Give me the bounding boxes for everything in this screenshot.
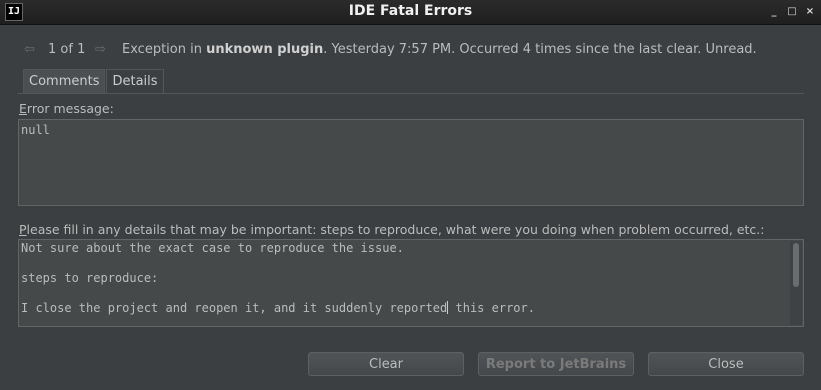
window-title: IDE Fatal Errors <box>348 3 473 19</box>
close-window-icon[interactable]: × <box>804 6 816 18</box>
details-scrollbar[interactable] <box>790 241 802 325</box>
error-message-label-mnemonic: E <box>19 101 27 116</box>
details-line-with-cursor: I close the project and reopen it, and i… <box>21 301 801 316</box>
scrollbar-thumb[interactable] <box>793 243 799 287</box>
exception-prefix: Exception in <box>122 42 207 57</box>
tab-details[interactable]: Details <box>106 69 164 94</box>
tab-comments[interactable]: Comments <box>23 69 106 94</box>
details-line: steps to reproduce: <box>21 271 159 285</box>
title-bar: IJ IDE Fatal Errors _ □ × <box>0 0 821 25</box>
details-line: I close the project and reopen it, and i… <box>21 301 448 315</box>
details-line <box>21 256 801 271</box>
exception-details: . Yesterday 7:57 PM. Occurred 4 times si… <box>323 42 757 57</box>
plugin-name: unknown plugin <box>206 42 324 57</box>
exception-summary: Exception in unknown plugin. Yesterday 7… <box>122 42 757 57</box>
error-message-label-text: rror message: <box>26 101 114 116</box>
error-message-field[interactable]: null <box>18 119 804 206</box>
dialog-body: ⇦ 1 of 1 ⇨ Exception in unknown plugin. … <box>0 25 821 390</box>
next-arrow-icon[interactable]: ⇨ <box>95 42 106 57</box>
tab-bar: Comments Details <box>23 69 165 94</box>
details-line: Not sure about the exact case to reprodu… <box>21 241 404 255</box>
maximize-icon[interactable]: □ <box>786 6 798 18</box>
details-line: this error. <box>448 301 535 315</box>
tab-divider <box>18 93 804 94</box>
minimize-icon[interactable]: _ <box>768 6 780 18</box>
error-message-label: Error message: <box>19 101 114 116</box>
close-button[interactable]: Close <box>648 352 804 376</box>
previous-arrow-icon[interactable]: ⇦ <box>24 42 35 57</box>
error-counter: 1 of 1 <box>48 42 86 57</box>
details-line <box>21 286 801 301</box>
clear-button[interactable]: Clear <box>308 352 464 376</box>
details-label-text: lease fill in any details that may be im… <box>26 222 765 237</box>
details-label: Please fill in any details that may be i… <box>19 222 765 237</box>
details-textarea[interactable]: Not sure about the exact case to reprodu… <box>18 239 804 327</box>
details-label-mnemonic: P <box>19 222 27 237</box>
error-message-value: null <box>21 123 50 137</box>
report-to-jetbrains-button[interactable]: Report to JetBrains <box>478 352 634 376</box>
